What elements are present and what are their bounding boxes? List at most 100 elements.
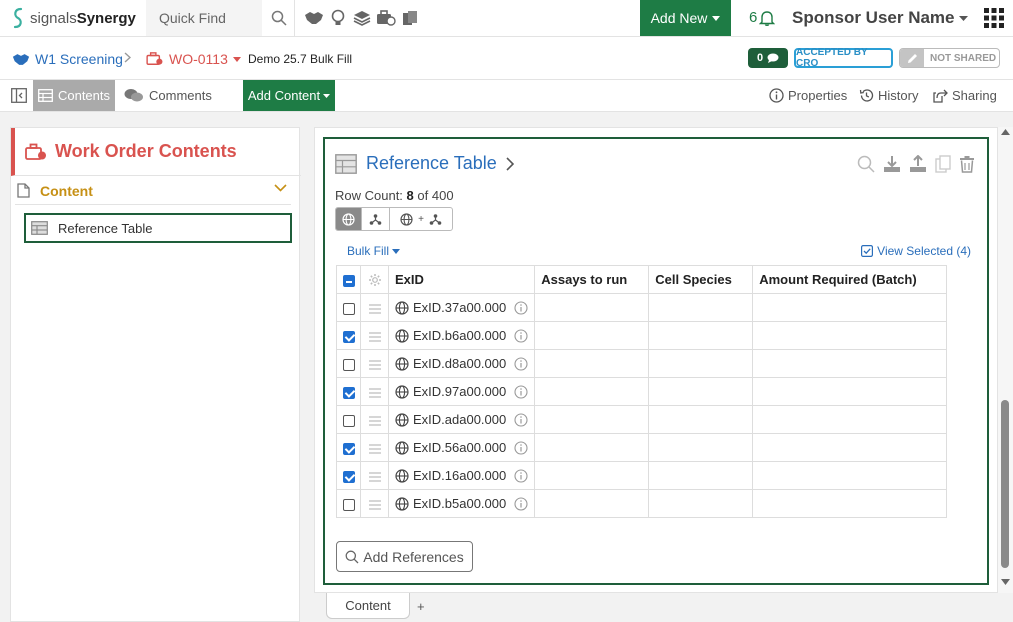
row-checkbox[interactable] bbox=[342, 498, 355, 511]
sidebar-item-reference-table[interactable]: Reference Table bbox=[24, 213, 292, 243]
drag-handle-icon[interactable] bbox=[368, 471, 381, 482]
comments-count-badge[interactable]: 0 bbox=[748, 48, 788, 68]
signals-synergy-logo[interactable]: signalsSynergy bbox=[10, 6, 136, 30]
breadcrumb-project[interactable]: W1 Screening bbox=[12, 51, 123, 67]
cell-species-cell[interactable] bbox=[648, 433, 754, 462]
view-mode-structure[interactable] bbox=[362, 208, 390, 230]
handshake-icon[interactable] bbox=[304, 8, 324, 28]
exid-cell[interactable]: ExID.16a00.000 bbox=[387, 461, 536, 490]
column-header-cell-species[interactable]: Cell Species bbox=[648, 265, 754, 294]
info-icon[interactable] bbox=[514, 496, 528, 511]
gear-icon[interactable] bbox=[368, 273, 382, 287]
tab-contents[interactable]: Contents bbox=[33, 80, 115, 111]
amount-cell[interactable] bbox=[752, 433, 948, 462]
add-references-button[interactable]: Add References bbox=[336, 541, 473, 572]
table-row[interactable]: ExID.16a00.000 bbox=[336, 461, 948, 490]
properties-button[interactable]: Properties bbox=[769, 88, 847, 103]
amount-cell[interactable] bbox=[752, 321, 948, 350]
info-icon[interactable] bbox=[514, 384, 528, 399]
assays-cell[interactable] bbox=[534, 461, 650, 490]
sharing-status-badge[interactable]: NOT SHARED bbox=[899, 48, 1000, 68]
search-icon[interactable] bbox=[857, 155, 875, 173]
assays-cell[interactable] bbox=[534, 489, 650, 518]
add-content-button[interactable]: Add Content bbox=[243, 80, 335, 111]
column-header-amount[interactable]: Amount Required (Batch) bbox=[752, 265, 948, 294]
info-icon[interactable] bbox=[514, 356, 528, 371]
row-checkbox[interactable] bbox=[342, 386, 355, 399]
upload-icon[interactable] bbox=[909, 155, 927, 173]
cell-species-cell[interactable] bbox=[648, 321, 754, 350]
amount-cell[interactable] bbox=[752, 377, 948, 406]
tab-content[interactable]: Content bbox=[326, 593, 410, 619]
table-row[interactable]: ExID.97a00.000 bbox=[336, 377, 948, 406]
lightbulb-icon[interactable] bbox=[328, 8, 348, 28]
drag-handle-icon[interactable] bbox=[368, 499, 381, 510]
add-tab-button[interactable]: + bbox=[417, 599, 425, 614]
content-section-header[interactable]: Content bbox=[15, 177, 291, 205]
scrollbar-thumb[interactable] bbox=[1001, 400, 1009, 568]
quick-find-input[interactable]: Quick Find bbox=[146, 0, 262, 36]
exid-cell[interactable]: ExID.56a00.000 bbox=[387, 433, 536, 462]
work-order-icon[interactable] bbox=[376, 8, 396, 28]
history-button[interactable]: History bbox=[859, 88, 918, 103]
info-icon[interactable] bbox=[514, 328, 528, 343]
exid-cell[interactable]: ExID.97a00.000 bbox=[387, 377, 536, 406]
assays-cell[interactable] bbox=[534, 321, 650, 350]
content-scrollbar[interactable] bbox=[998, 127, 1013, 593]
layers-icon[interactable] bbox=[352, 8, 372, 28]
cell-species-cell[interactable] bbox=[648, 461, 754, 490]
column-header-assays[interactable]: Assays to run bbox=[534, 265, 650, 294]
app-grid-button[interactable] bbox=[984, 8, 1004, 28]
user-menu[interactable]: Sponsor User Name bbox=[792, 8, 968, 28]
search-button[interactable] bbox=[263, 0, 295, 36]
amount-cell[interactable] bbox=[752, 461, 948, 490]
assays-cell[interactable] bbox=[534, 377, 650, 406]
drag-handle-icon[interactable] bbox=[368, 303, 381, 314]
exid-cell[interactable]: ExID.ada00.000 bbox=[387, 405, 536, 434]
amount-cell[interactable] bbox=[752, 489, 948, 518]
drag-handle-icon[interactable] bbox=[368, 331, 381, 342]
drag-handle-icon[interactable] bbox=[368, 443, 381, 454]
card-title[interactable]: Reference Table bbox=[366, 153, 497, 174]
table-row[interactable]: ExID.56a00.000 bbox=[336, 433, 948, 462]
cell-species-cell[interactable] bbox=[648, 489, 754, 518]
notifications-button[interactable]: 6 bbox=[749, 9, 776, 26]
row-checkbox[interactable] bbox=[342, 330, 355, 343]
documents-icon[interactable] bbox=[400, 8, 420, 28]
amount-cell[interactable] bbox=[752, 349, 948, 378]
info-icon[interactable] bbox=[514, 412, 528, 427]
sharing-button[interactable]: Sharing bbox=[933, 88, 997, 103]
exid-cell[interactable]: ExID.37a00.000 bbox=[387, 293, 536, 322]
cell-species-cell[interactable] bbox=[648, 349, 754, 378]
row-checkbox[interactable] bbox=[342, 302, 355, 315]
assays-cell[interactable] bbox=[534, 293, 650, 322]
amount-cell[interactable] bbox=[752, 293, 948, 322]
drag-handle-icon[interactable] bbox=[368, 359, 381, 370]
cell-species-cell[interactable] bbox=[648, 293, 754, 322]
exid-cell[interactable]: ExID.b6a00.000 bbox=[387, 321, 536, 350]
view-mode-globe[interactable] bbox=[336, 208, 362, 230]
select-all-checkbox[interactable] bbox=[342, 274, 355, 287]
table-row[interactable]: ExID.d8a00.000 bbox=[336, 349, 948, 378]
row-checkbox[interactable] bbox=[342, 414, 355, 427]
download-icon[interactable] bbox=[883, 155, 901, 173]
info-icon[interactable] bbox=[514, 468, 528, 483]
tab-comments[interactable]: Comments bbox=[124, 88, 212, 103]
view-mode-combined[interactable]: + bbox=[390, 208, 452, 230]
copy-icon[interactable] bbox=[935, 155, 951, 173]
info-icon[interactable] bbox=[514, 440, 528, 455]
chevron-right-icon[interactable] bbox=[506, 156, 514, 171]
assays-cell[interactable] bbox=[534, 405, 650, 434]
table-row[interactable]: ExID.b5a00.000 bbox=[336, 489, 948, 518]
scroll-up-arrow-icon[interactable] bbox=[1001, 129, 1010, 135]
exid-cell[interactable]: ExID.d8a00.000 bbox=[387, 349, 536, 378]
table-row[interactable]: ExID.37a00.000 bbox=[336, 293, 948, 322]
row-checkbox[interactable] bbox=[342, 358, 355, 371]
cell-species-cell[interactable] bbox=[648, 377, 754, 406]
panel-toggle-button[interactable] bbox=[11, 88, 27, 103]
amount-cell[interactable] bbox=[752, 405, 948, 434]
assays-cell[interactable] bbox=[534, 433, 650, 462]
trash-icon[interactable] bbox=[959, 155, 975, 173]
add-new-button[interactable]: Add New bbox=[640, 0, 731, 36]
bulk-fill-dropdown[interactable]: Bulk Fill bbox=[347, 244, 401, 258]
